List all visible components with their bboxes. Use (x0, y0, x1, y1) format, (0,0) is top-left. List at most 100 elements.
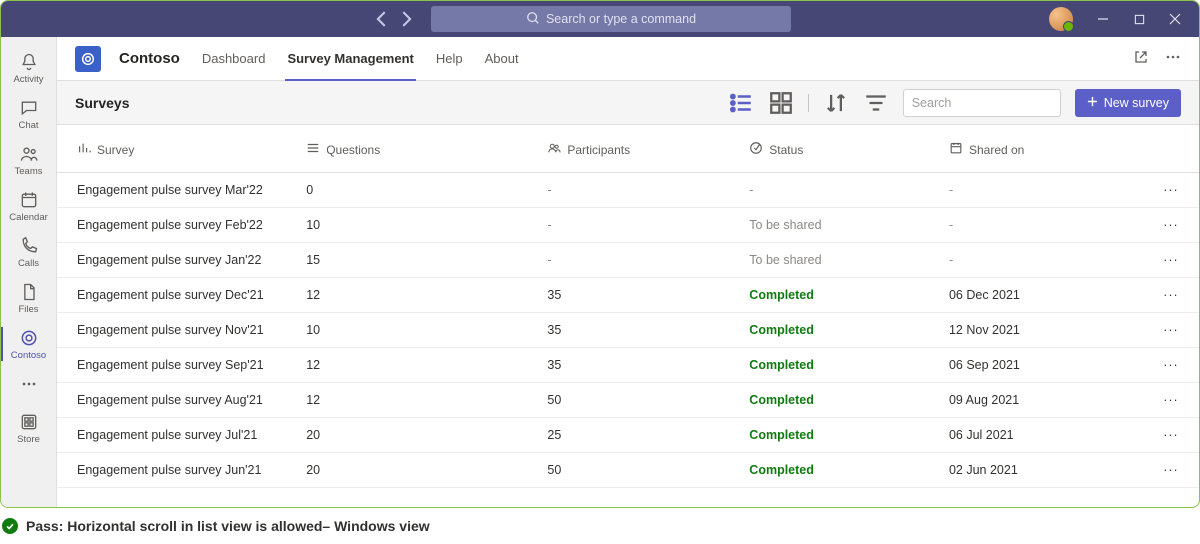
avatar[interactable] (1049, 7, 1073, 31)
cell-participants: 35 (539, 313, 741, 348)
row-more-button[interactable]: ··· (1143, 208, 1199, 243)
cell-status: - (741, 173, 941, 208)
cell-shared-on: 02 Jun 2021 (941, 453, 1143, 488)
cell-questions: 12 (298, 278, 539, 313)
search-icon (526, 11, 540, 28)
survey-table-wrap[interactable]: Survey Questions (57, 125, 1199, 507)
nav-forward-button[interactable] (395, 8, 417, 30)
col-label: Participants (567, 143, 630, 157)
table-row[interactable]: Engagement pulse survey Jan'2215-To be s… (57, 243, 1199, 278)
cell-survey: Engagement pulse survey Sep'21 (57, 348, 298, 383)
row-more-button[interactable]: ··· (1143, 173, 1199, 208)
table-row[interactable]: Engagement pulse survey Nov'211035Comple… (57, 313, 1199, 348)
col-survey[interactable]: Survey (57, 125, 298, 173)
tab-survey-management[interactable]: Survey Management (287, 37, 413, 80)
popout-icon[interactable] (1133, 49, 1149, 68)
cell-shared-on: - (941, 173, 1143, 208)
row-more-button[interactable]: ··· (1143, 383, 1199, 418)
app-header: Contoso Dashboard Survey Management Help… (57, 37, 1199, 81)
window-minimize-button[interactable] (1087, 4, 1119, 34)
survey-icon (77, 141, 91, 158)
cell-participants: 35 (539, 278, 741, 313)
tab-label: Help (436, 51, 463, 66)
sort-button[interactable] (823, 90, 849, 116)
row-more-button[interactable]: ··· (1143, 348, 1199, 383)
cell-participants: - (539, 173, 741, 208)
window-maximize-button[interactable] (1123, 4, 1155, 34)
divider (808, 94, 809, 112)
cell-status: Completed (741, 453, 941, 488)
table-row[interactable]: Engagement pulse survey Mar'220---··· (57, 173, 1199, 208)
col-label: Shared on (969, 143, 1024, 157)
cell-participants: 35 (539, 348, 741, 383)
tab-label: Dashboard (202, 51, 266, 66)
view-list-button[interactable] (728, 90, 754, 116)
cell-shared-on: 06 Sep 2021 (941, 348, 1143, 383)
col-shared-on[interactable]: Shared on (941, 125, 1143, 173)
tab-label: Survey Management (287, 51, 413, 66)
titlebar: Search or type a command (1, 1, 1199, 37)
search-input[interactable] (903, 89, 1061, 117)
tab-help[interactable]: Help (436, 37, 463, 80)
table-row[interactable]: Engagement pulse survey Aug'211250Comple… (57, 383, 1199, 418)
cell-survey: Engagement pulse survey Jul'21 (57, 418, 298, 453)
rail-label: Store (17, 434, 40, 445)
rail-item-contoso[interactable]: Contoso (1, 321, 56, 367)
app-rail: Activity Chat Teams Calendar Calls (1, 37, 57, 507)
col-status[interactable]: Status (741, 125, 941, 173)
rail-item-calendar[interactable]: Calendar (1, 183, 56, 229)
command-search[interactable]: Search or type a command (431, 6, 791, 32)
cell-survey: Engagement pulse survey Dec'21 (57, 278, 298, 313)
cell-survey: Engagement pulse survey Mar'22 (57, 173, 298, 208)
row-more-button[interactable]: ··· (1143, 243, 1199, 278)
rail-item-store[interactable]: Store (1, 405, 56, 451)
row-more-button[interactable]: ··· (1143, 278, 1199, 313)
cell-questions: 15 (298, 243, 539, 278)
cell-status: To be shared (741, 243, 941, 278)
table-row[interactable]: Engagement pulse survey Sep'211235Comple… (57, 348, 1199, 383)
window-close-button[interactable] (1159, 4, 1191, 34)
rail-label: Files (18, 304, 38, 315)
cell-shared-on: 06 Jul 2021 (941, 418, 1143, 453)
button-label: New survey (1104, 96, 1169, 110)
cell-status: Completed (741, 383, 941, 418)
rail-label: Contoso (11, 350, 46, 361)
cell-questions: 12 (298, 383, 539, 418)
rail-item-calls[interactable]: Calls (1, 229, 56, 275)
col-questions[interactable]: Questions (298, 125, 539, 173)
cell-survey: Engagement pulse survey Nov'21 (57, 313, 298, 348)
col-label: Questions (326, 143, 380, 157)
app-logo-icon (75, 46, 101, 72)
new-survey-button[interactable]: New survey (1075, 89, 1181, 117)
caption-text: Pass: Horizontal scroll in list view is … (26, 518, 430, 534)
cell-status: Completed (741, 348, 941, 383)
nav-back-button[interactable] (371, 8, 393, 30)
rail-label: Chat (18, 120, 38, 131)
tab-about[interactable]: About (485, 37, 519, 80)
rail-item-files[interactable]: Files (1, 275, 56, 321)
cell-status: Completed (741, 278, 941, 313)
cell-questions: 10 (298, 208, 539, 243)
view-grid-button[interactable] (768, 90, 794, 116)
table-row[interactable]: Engagement pulse survey Feb'2210-To be s… (57, 208, 1199, 243)
survey-table: Survey Questions (57, 125, 1199, 488)
col-participants[interactable]: Participants (539, 125, 741, 173)
row-more-button[interactable]: ··· (1143, 418, 1199, 453)
page-title: Surveys (75, 95, 129, 111)
rail-item-chat[interactable]: Chat (1, 91, 56, 137)
rail-label: Activity (13, 74, 43, 85)
table-row[interactable]: Engagement pulse survey Jul'212025Comple… (57, 418, 1199, 453)
row-more-button[interactable]: ··· (1143, 313, 1199, 348)
command-search-placeholder: Search or type a command (546, 12, 696, 26)
more-icon[interactable] (1165, 49, 1181, 68)
tab-dashboard[interactable]: Dashboard (202, 37, 266, 80)
cell-survey: Engagement pulse survey Feb'22 (57, 208, 298, 243)
row-more-button[interactable]: ··· (1143, 453, 1199, 488)
rail-item-more[interactable] (1, 367, 56, 401)
rail-item-teams[interactable]: Teams (1, 137, 56, 183)
filter-button[interactable] (863, 90, 889, 116)
table-row[interactable]: Engagement pulse survey Jun'212050Comple… (57, 453, 1199, 488)
table-row[interactable]: Engagement pulse survey Dec'211235Comple… (57, 278, 1199, 313)
rail-item-activity[interactable]: Activity (1, 45, 56, 91)
cell-status: Completed (741, 418, 941, 453)
